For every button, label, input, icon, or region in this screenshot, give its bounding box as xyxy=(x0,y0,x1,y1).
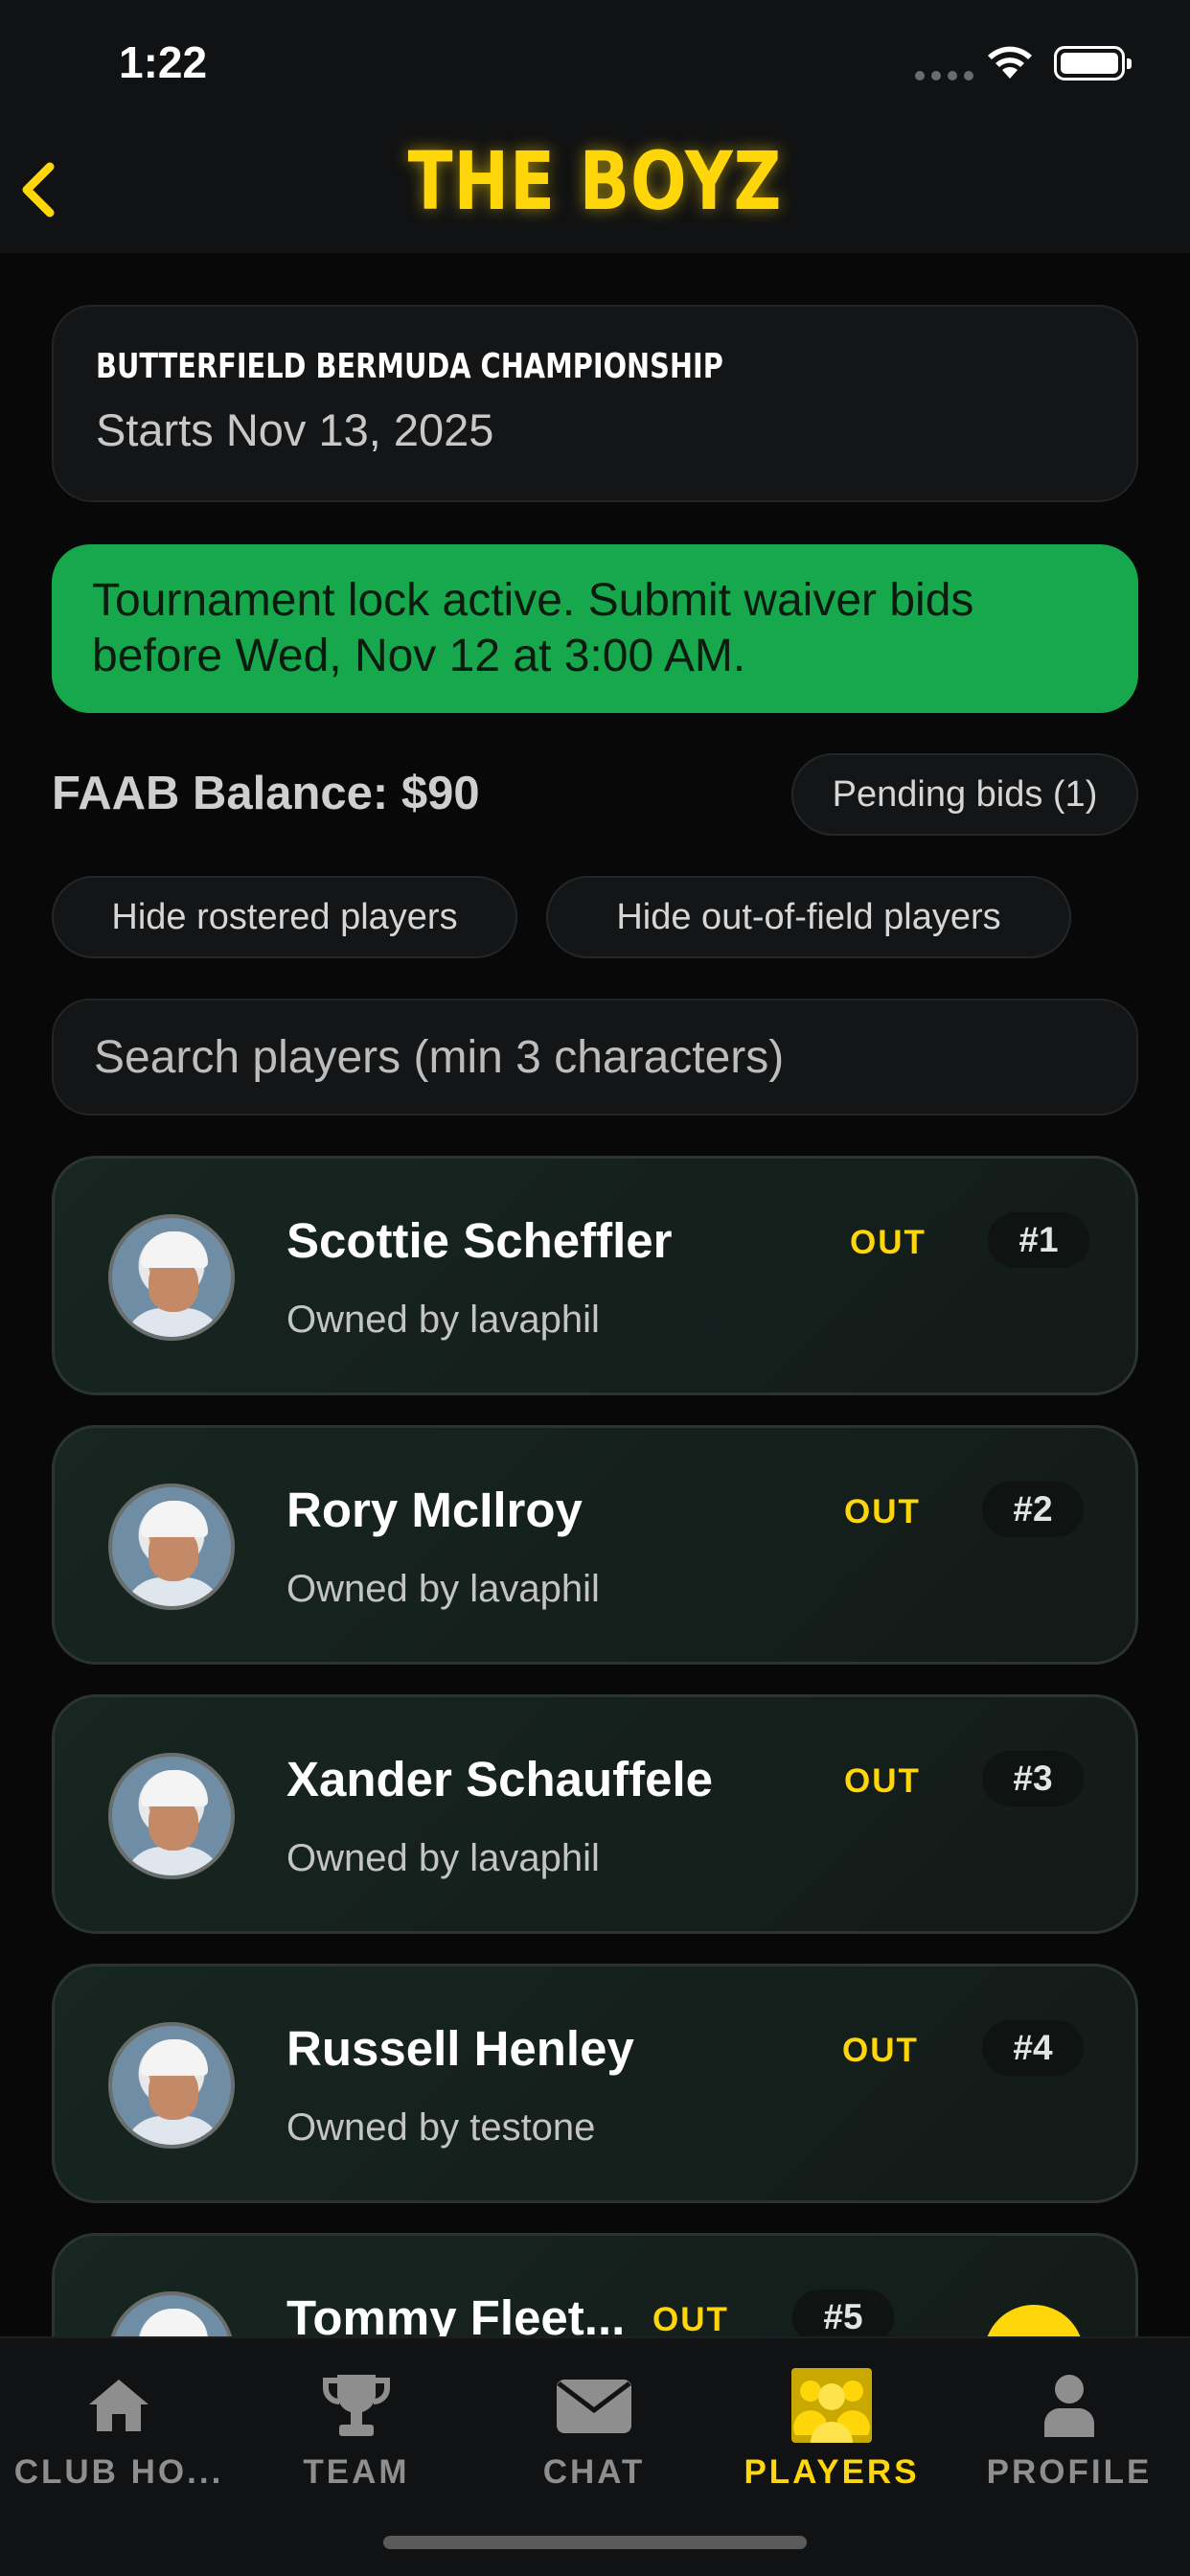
tab-label: PROFILE xyxy=(986,2453,1153,2491)
player-status: OUT xyxy=(652,2301,729,2336)
app-title: THE BOYZ xyxy=(407,134,783,228)
player-card[interactable]: Xander Schauffele Owned by lavaphil OUT … xyxy=(52,1694,1138,1934)
tab-chat[interactable]: CHAT xyxy=(475,2361,713,2492)
player-rank-badge: #5 xyxy=(792,2289,894,2336)
people-icon xyxy=(791,2368,872,2443)
battery-icon xyxy=(1054,46,1132,80)
player-rank-badge: #3 xyxy=(982,1751,1084,1806)
tournament-lock-banner: Tournament lock active. Submit waiver bi… xyxy=(52,544,1138,713)
player-avatar xyxy=(108,2022,235,2149)
person-icon xyxy=(1044,2375,1094,2437)
home-indicator[interactable] xyxy=(383,2536,807,2549)
player-owner: Owned by testone xyxy=(286,2106,596,2149)
wifi-icon xyxy=(988,46,1032,79)
player-name: Rory McIlroy xyxy=(286,1483,583,1537)
trophy-icon xyxy=(323,2375,390,2436)
status-time: 1:22 xyxy=(119,37,208,87)
player-name: Scottie Scheffler xyxy=(286,1213,673,1268)
player-card[interactable]: Russell Henley Owned by testone OUT #4 xyxy=(52,1964,1138,2203)
search-input[interactable] xyxy=(94,1030,1096,1084)
tab-players[interactable]: PLAYERS xyxy=(713,2361,950,2492)
tournament-name: BUTTERFIELD BERMUDA CHAMPIONSHIP xyxy=(96,347,723,386)
player-rank-badge: #4 xyxy=(982,2020,1084,2076)
player-avatar xyxy=(108,1753,235,1879)
player-card[interactable]: Tommy Fleet... OUT #5 xyxy=(52,2233,1138,2336)
hide-rostered-players-toggle[interactable]: Hide rostered players xyxy=(52,876,517,958)
home-icon xyxy=(89,2380,149,2431)
tab-label: PLAYERS xyxy=(744,2453,920,2491)
tab-club-house[interactable]: CLUB HO... xyxy=(0,2361,238,2492)
tournament-date: Starts Nov 13, 2025 xyxy=(96,404,494,455)
player-status: OUT xyxy=(850,1224,927,1261)
top-bar: 1:22 THE BOYZ xyxy=(0,0,1190,253)
player-card[interactable]: Scottie Scheffler Owned by lavaphil OUT … xyxy=(52,1156,1138,1395)
tournament-card: BUTTERFIELD BERMUDA CHAMPIONSHIP Starts … xyxy=(52,305,1138,502)
player-name: Tommy Fleet... xyxy=(286,2290,626,2336)
player-card[interactable]: Rory McIlroy Owned by lavaphil OUT #2 xyxy=(52,1425,1138,1665)
player-owner: Owned by lavaphil xyxy=(286,1837,600,1879)
player-name: Russell Henley xyxy=(286,2021,634,2076)
tab-team[interactable]: TEAM xyxy=(238,2361,475,2492)
player-name: Xander Schauffele xyxy=(286,1752,713,1806)
player-avatar xyxy=(108,1214,235,1341)
player-list: Scottie Scheffler Owned by lavaphil OUT … xyxy=(52,1156,1138,2336)
player-rank-badge: #1 xyxy=(988,1212,1089,1268)
chevron-left-icon[interactable] xyxy=(17,159,59,220)
player-rank-badge: #2 xyxy=(982,1482,1084,1537)
player-status: OUT xyxy=(844,1493,921,1530)
tab-label: CLUB HO... xyxy=(13,2453,224,2491)
tab-profile[interactable]: PROFILE xyxy=(950,2361,1188,2492)
tab-label: CHAT xyxy=(542,2453,646,2491)
hide-out-of-field-players-toggle[interactable]: Hide out-of-field players xyxy=(546,876,1071,958)
cellular-signal-icon xyxy=(915,71,973,80)
player-status: OUT xyxy=(844,1762,921,1800)
tab-label: TEAM xyxy=(303,2453,410,2491)
envelope-icon xyxy=(557,2380,631,2433)
player-avatar xyxy=(108,1484,235,1610)
add-player-button[interactable] xyxy=(984,2305,1084,2336)
player-owner: Owned by lavaphil xyxy=(286,1568,600,1610)
player-avatar xyxy=(108,2291,235,2336)
player-owner: Owned by lavaphil xyxy=(286,1299,600,1341)
search-field[interactable] xyxy=(52,999,1138,1116)
pending-bids-button[interactable]: Pending bids (1) xyxy=(791,753,1138,836)
faab-balance: FAAB Balance: $90 xyxy=(52,768,480,819)
player-status: OUT xyxy=(842,2032,919,2069)
